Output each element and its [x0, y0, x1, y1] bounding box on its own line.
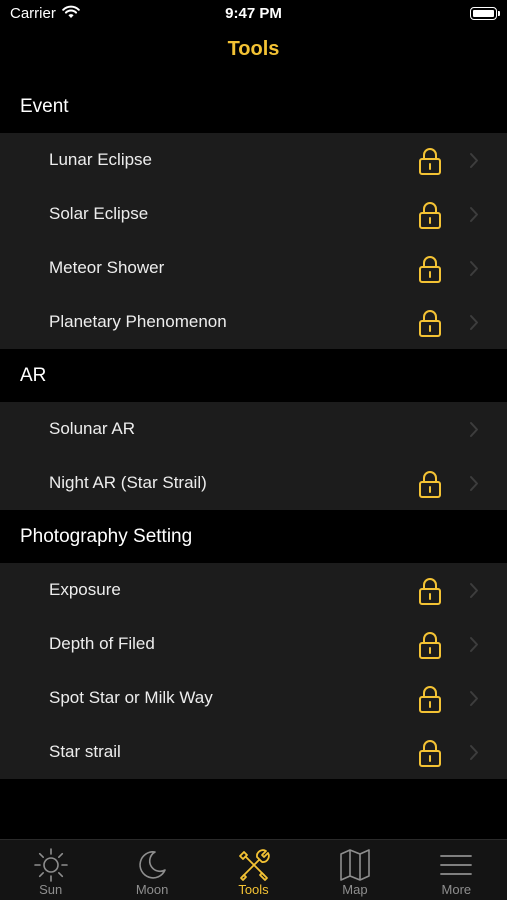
- row-exposure[interactable]: Exposure: [0, 563, 507, 617]
- section-header-ar: AR: [0, 349, 507, 402]
- chevron-right-icon: [470, 637, 478, 652]
- lock-icon: [419, 578, 441, 605]
- lock-icon: [419, 202, 441, 229]
- chevron-right-icon: [470, 207, 478, 222]
- lock-icon: [419, 740, 441, 767]
- chevron-right-icon: [470, 422, 478, 437]
- row-depth-of-field[interactable]: Depth of Filed: [0, 617, 507, 671]
- section-event: Lunar Eclipse Solar Eclipse Meteor Showe…: [0, 133, 507, 349]
- row-label: Solunar AR: [49, 419, 135, 438]
- tab-tools[interactable]: Tools: [203, 840, 304, 900]
- row-solunar-ar[interactable]: Solunar AR: [0, 402, 507, 456]
- row-label: Meteor Shower: [49, 258, 165, 277]
- status-bar: Carrier 9:47 PM: [0, 0, 507, 28]
- tab-bar: Sun Moon Tools Map More: [0, 839, 507, 900]
- tools-list: Event Lunar Eclipse Solar Eclipse Meteor…: [0, 80, 507, 779]
- section-header-event: Event: [0, 80, 507, 133]
- tab-label: Tools: [238, 882, 269, 897]
- battery-icon: [470, 7, 500, 20]
- row-meteor-shower[interactable]: Meteor Shower: [0, 241, 507, 295]
- lock-icon: [419, 148, 441, 175]
- chevron-right-icon: [470, 583, 478, 598]
- chevron-right-icon: [470, 691, 478, 706]
- tab-label: Map: [342, 882, 368, 897]
- row-label: Night AR (Star Strail): [49, 473, 207, 492]
- row-label: Exposure: [49, 580, 121, 599]
- chevron-right-icon: [470, 261, 478, 276]
- row-planetary-phenomenon[interactable]: Planetary Phenomenon: [0, 295, 507, 349]
- row-label: Planetary Phenomenon: [49, 312, 227, 331]
- lock-icon: [419, 256, 441, 283]
- tab-moon[interactable]: Moon: [101, 840, 202, 900]
- chevron-right-icon: [470, 476, 478, 491]
- tools-icon: [238, 849, 270, 881]
- row-label: Spot Star or Milk Way: [49, 688, 213, 707]
- row-label: Star strail: [49, 742, 121, 761]
- row-label: Depth of Filed: [49, 634, 155, 653]
- tab-label: More: [441, 882, 472, 897]
- section-ar: Solunar AR Night AR (Star Strail): [0, 402, 507, 510]
- section-photography-setting: Exposure Depth of Filed Spot Star or Mil…: [0, 563, 507, 779]
- row-label: Solar Eclipse: [49, 204, 149, 223]
- row-solar-eclipse[interactable]: Solar Eclipse: [0, 187, 507, 241]
- tab-sun[interactable]: Sun: [0, 840, 101, 900]
- section-header-photography-setting: Photography Setting: [0, 510, 507, 563]
- row-lunar-eclipse[interactable]: Lunar Eclipse: [0, 133, 507, 187]
- chevron-right-icon: [470, 153, 478, 168]
- clock: 9:47 PM: [225, 5, 282, 22]
- menu-icon: [440, 855, 473, 875]
- row-night-ar[interactable]: Night AR (Star Strail): [0, 456, 507, 510]
- row-label: Lunar Eclipse: [49, 150, 153, 169]
- row-star-strail[interactable]: Star strail: [0, 725, 507, 779]
- moon-icon: [139, 851, 166, 879]
- tab-label: Moon: [135, 882, 169, 897]
- lock-icon: [419, 310, 441, 337]
- map-icon: [340, 849, 370, 881]
- sun-icon: [33, 848, 68, 882]
- chevron-right-icon: [470, 315, 478, 330]
- lock-icon: [419, 632, 441, 659]
- lock-icon: [419, 471, 441, 498]
- row-spot-star-milky-way[interactable]: Spot Star or Milk Way: [0, 671, 507, 725]
- tab-label: Sun: [39, 882, 63, 897]
- chevron-right-icon: [470, 745, 478, 760]
- lock-icon: [419, 686, 441, 713]
- tab-more[interactable]: More: [406, 840, 507, 900]
- tab-map[interactable]: Map: [304, 840, 405, 900]
- page-title: Tools: [227, 38, 280, 60]
